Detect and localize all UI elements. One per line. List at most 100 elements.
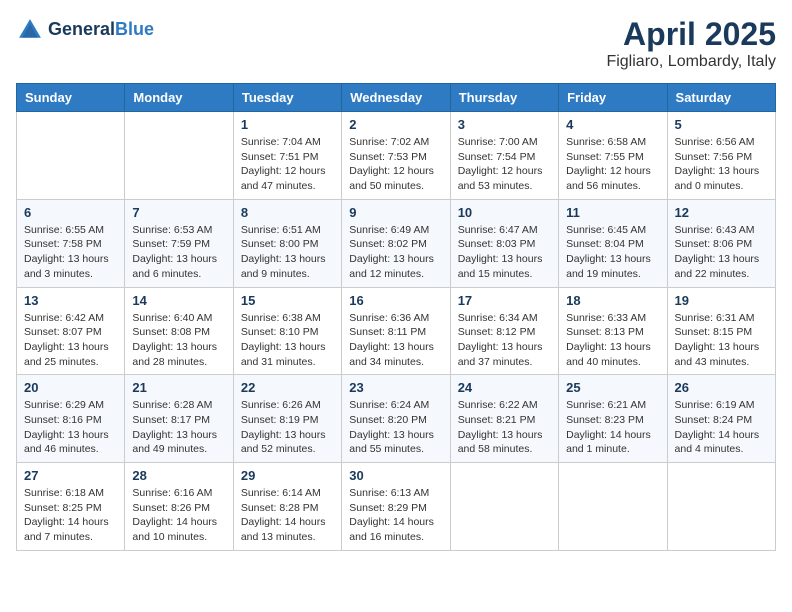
calendar-cell: 8 Sunrise: 6:51 AMSunset: 8:00 PMDaylight… xyxy=(233,199,341,287)
calendar-cell: 26Sunrise: 6:19 AMSunset: 8:24 PMDayligh… xyxy=(667,375,775,463)
day-of-week-header: Wednesday xyxy=(342,84,450,112)
day-info: Sunrise: 7:04 AMSunset: 7:51 PMDaylight:… xyxy=(241,135,334,194)
calendar-cell: 2 Sunrise: 7:02 AMSunset: 7:53 PMDaylight… xyxy=(342,112,450,200)
day-info: Sunrise: 6:56 AMSunset: 7:56 PMDaylight:… xyxy=(675,135,768,194)
calendar-cell: 27 Sunrise: 6:18 AMSunset: 8:25 PMDayligh… xyxy=(17,463,125,551)
day-number: 7 xyxy=(132,205,225,220)
logo: GeneralBlue xyxy=(16,16,154,44)
calendar-cell: 7 Sunrise: 6:53 AMSunset: 7:59 PMDaylight… xyxy=(125,199,233,287)
calendar-week-row: 1 Sunrise: 7:04 AMSunset: 7:51 PMDaylight… xyxy=(17,112,776,200)
calendar-cell: 9Sunrise: 6:49 AMSunset: 8:02 PMDaylight… xyxy=(342,199,450,287)
calendar-week-row: 20 Sunrise: 6:29 AMSunset: 8:16 PMDayligh… xyxy=(17,375,776,463)
day-number: 30 xyxy=(349,468,442,483)
day-info: Sunrise: 6:53 AMSunset: 7:59 PMDaylight:… xyxy=(132,223,225,282)
day-info: Sunrise: 6:55 AMSunset: 7:58 PMDaylight:… xyxy=(24,223,117,282)
day-number: 27 xyxy=(24,468,117,483)
day-info: Sunrise: 6:58 AMSunset: 7:55 PMDaylight:… xyxy=(566,135,659,194)
calendar-cell: 1 Sunrise: 7:04 AMSunset: 7:51 PMDaylight… xyxy=(233,112,341,200)
day-info: Sunrise: 6:40 AMSunset: 8:08 PMDaylight:… xyxy=(132,311,225,370)
day-number: 23 xyxy=(349,380,442,395)
calendar-cell: 14 Sunrise: 6:40 AMSunset: 8:08 PMDayligh… xyxy=(125,287,233,375)
calendar-week-row: 6Sunrise: 6:55 AMSunset: 7:58 PMDaylight… xyxy=(17,199,776,287)
title-area: April 2025 Figliaro, Lombardy, Italy xyxy=(606,16,776,71)
day-number: 14 xyxy=(132,293,225,308)
day-info: Sunrise: 6:29 AMSunset: 8:16 PMDaylight:… xyxy=(24,398,117,457)
calendar-week-row: 27 Sunrise: 6:18 AMSunset: 8:25 PMDayligh… xyxy=(17,463,776,551)
day-number: 17 xyxy=(458,293,551,308)
day-number: 2 xyxy=(349,117,442,132)
calendar-cell: 15 Sunrise: 6:38 AMSunset: 8:10 PMDayligh… xyxy=(233,287,341,375)
day-info: Sunrise: 6:47 AMSunset: 8:03 PMDaylight:… xyxy=(458,223,551,282)
calendar-cell: 16Sunrise: 6:36 AMSunset: 8:11 PMDayligh… xyxy=(342,287,450,375)
calendar-cell: 24 Sunrise: 6:22 AMSunset: 8:21 PMDayligh… xyxy=(450,375,558,463)
calendar-cell: 23Sunrise: 6:24 AMSunset: 8:20 PMDayligh… xyxy=(342,375,450,463)
calendar-cell: 3 Sunrise: 7:00 AMSunset: 7:54 PMDaylight… xyxy=(450,112,558,200)
day-info: Sunrise: 6:14 AMSunset: 8:28 PMDaylight:… xyxy=(241,486,334,545)
location-title: Figliaro, Lombardy, Italy xyxy=(606,53,776,71)
calendar-cell: 29Sunrise: 6:14 AMSunset: 8:28 PMDayligh… xyxy=(233,463,341,551)
day-of-week-header: Saturday xyxy=(667,84,775,112)
day-info: Sunrise: 6:13 AMSunset: 8:29 PMDaylight:… xyxy=(349,486,442,545)
day-number: 13 xyxy=(24,293,117,308)
day-info: Sunrise: 6:43 AMSunset: 8:06 PMDaylight:… xyxy=(675,223,768,282)
logo-general: General xyxy=(48,19,115,39)
day-of-week-header: Sunday xyxy=(17,84,125,112)
day-number: 5 xyxy=(675,117,768,132)
calendar-cell: 25 Sunrise: 6:21 AMSunset: 8:23 PMDayligh… xyxy=(559,375,667,463)
day-number: 9 xyxy=(349,205,442,220)
day-info: Sunrise: 6:26 AMSunset: 8:19 PMDaylight:… xyxy=(241,398,334,457)
day-number: 22 xyxy=(241,380,334,395)
day-number: 20 xyxy=(24,380,117,395)
day-info: Sunrise: 6:51 AMSunset: 8:00 PMDaylight:… xyxy=(241,223,334,282)
calendar-cell: 21 Sunrise: 6:28 AMSunset: 8:17 PMDayligh… xyxy=(125,375,233,463)
day-number: 12 xyxy=(675,205,768,220)
calendar-cell: 17 Sunrise: 6:34 AMSunset: 8:12 PMDayligh… xyxy=(450,287,558,375)
day-of-week-header: Monday xyxy=(125,84,233,112)
calendar-cell: 13 Sunrise: 6:42 AMSunset: 8:07 PMDayligh… xyxy=(17,287,125,375)
logo-icon xyxy=(16,16,44,44)
month-title: April 2025 xyxy=(606,16,776,53)
day-number: 19 xyxy=(675,293,768,308)
day-info: Sunrise: 6:36 AMSunset: 8:11 PMDaylight:… xyxy=(349,311,442,370)
calendar-cell: 30 Sunrise: 6:13 AMSunset: 8:29 PMDayligh… xyxy=(342,463,450,551)
day-info: Sunrise: 6:42 AMSunset: 8:07 PMDaylight:… xyxy=(24,311,117,370)
calendar-table: SundayMondayTuesdayWednesdayThursdayFrid… xyxy=(16,83,776,551)
day-info: Sunrise: 6:19 AMSunset: 8:24 PMDaylight:… xyxy=(675,398,768,457)
calendar-cell: 20 Sunrise: 6:29 AMSunset: 8:16 PMDayligh… xyxy=(17,375,125,463)
calendar-cell xyxy=(450,463,558,551)
day-number: 25 xyxy=(566,380,659,395)
day-of-week-header: Friday xyxy=(559,84,667,112)
day-number: 21 xyxy=(132,380,225,395)
calendar-header-row: SundayMondayTuesdayWednesdayThursdayFrid… xyxy=(17,84,776,112)
calendar-cell: 28 Sunrise: 6:16 AMSunset: 8:26 PMDayligh… xyxy=(125,463,233,551)
calendar-cell: 18Sunrise: 6:33 AMSunset: 8:13 PMDayligh… xyxy=(559,287,667,375)
day-info: Sunrise: 7:00 AMSunset: 7:54 PMDaylight:… xyxy=(458,135,551,194)
day-info: Sunrise: 6:38 AMSunset: 8:10 PMDaylight:… xyxy=(241,311,334,370)
day-info: Sunrise: 7:02 AMSunset: 7:53 PMDaylight:… xyxy=(349,135,442,194)
day-number: 24 xyxy=(458,380,551,395)
page-header: GeneralBlue April 2025 Figliaro, Lombard… xyxy=(16,16,776,71)
day-info: Sunrise: 6:21 AMSunset: 8:23 PMDaylight:… xyxy=(566,398,659,457)
calendar-cell: 4Sunrise: 6:58 AMSunset: 7:55 PMDaylight… xyxy=(559,112,667,200)
logo-blue: Blue xyxy=(115,19,154,39)
day-number: 18 xyxy=(566,293,659,308)
day-info: Sunrise: 6:16 AMSunset: 8:26 PMDaylight:… xyxy=(132,486,225,545)
day-info: Sunrise: 6:18 AMSunset: 8:25 PMDaylight:… xyxy=(24,486,117,545)
calendar-cell xyxy=(17,112,125,200)
day-info: Sunrise: 6:22 AMSunset: 8:21 PMDaylight:… xyxy=(458,398,551,457)
day-number: 15 xyxy=(241,293,334,308)
day-number: 1 xyxy=(241,117,334,132)
day-info: Sunrise: 6:31 AMSunset: 8:15 PMDaylight:… xyxy=(675,311,768,370)
calendar-cell: 10Sunrise: 6:47 AMSunset: 8:03 PMDayligh… xyxy=(450,199,558,287)
calendar-cell xyxy=(559,463,667,551)
day-number: 11 xyxy=(566,205,659,220)
day-number: 3 xyxy=(458,117,551,132)
day-of-week-header: Tuesday xyxy=(233,84,341,112)
calendar-cell: 12 Sunrise: 6:43 AMSunset: 8:06 PMDayligh… xyxy=(667,199,775,287)
calendar-week-row: 13 Sunrise: 6:42 AMSunset: 8:07 PMDayligh… xyxy=(17,287,776,375)
day-info: Sunrise: 6:34 AMSunset: 8:12 PMDaylight:… xyxy=(458,311,551,370)
day-info: Sunrise: 6:28 AMSunset: 8:17 PMDaylight:… xyxy=(132,398,225,457)
day-number: 28 xyxy=(132,468,225,483)
day-number: 8 xyxy=(241,205,334,220)
calendar-cell: 11Sunrise: 6:45 AMSunset: 8:04 PMDayligh… xyxy=(559,199,667,287)
